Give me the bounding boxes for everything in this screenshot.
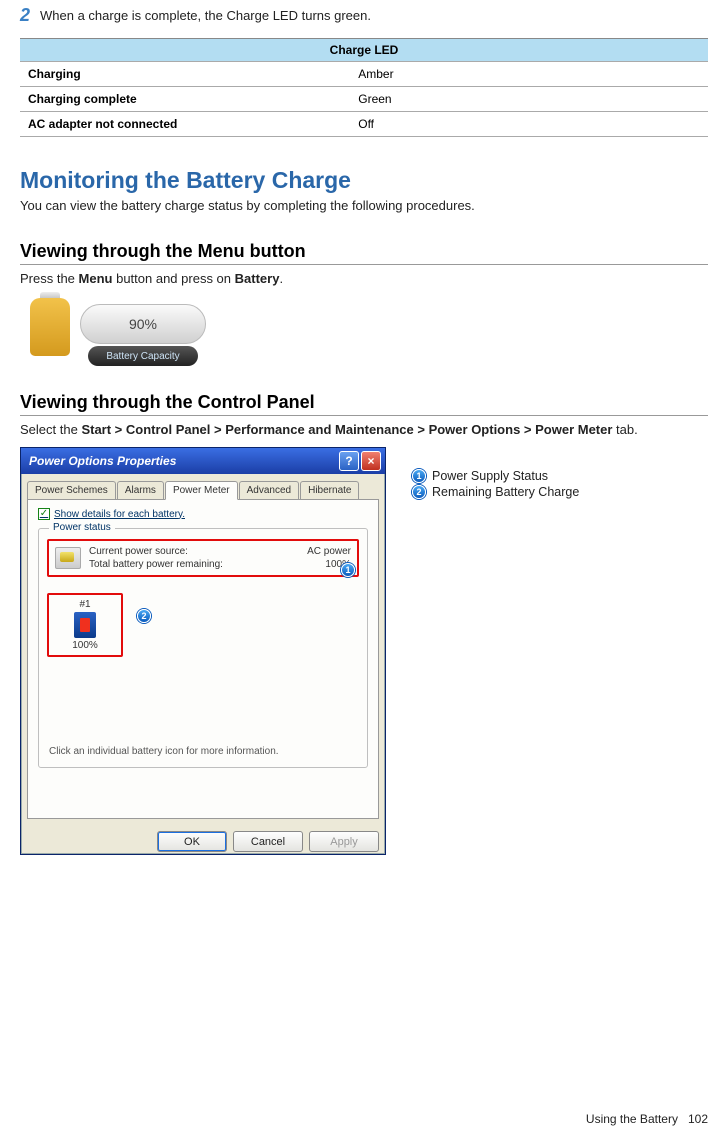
button-bar: OK Cancel Apply xyxy=(21,825,385,858)
callout-2: 2 xyxy=(137,609,151,623)
close-button[interactable]: × xyxy=(361,451,381,471)
led-value: Off xyxy=(350,112,708,137)
help-button[interactable]: ? xyxy=(339,451,359,471)
battery-1-cell[interactable]: #1 100% xyxy=(47,593,123,657)
step-row: 2 When a charge is complete, the Charge … xyxy=(20,6,708,24)
apply-button[interactable]: Apply xyxy=(309,831,379,852)
checkbox-icon[interactable]: ✓ xyxy=(38,508,50,520)
legend-text-2: Remaining Battery Charge xyxy=(432,485,579,499)
led-state: Charging complete xyxy=(20,87,350,112)
battery-capacity-graphic: 90% Battery Capacity xyxy=(20,296,206,366)
callout-1: 1 xyxy=(341,563,355,577)
subsection-menu-title: Viewing through the Menu button xyxy=(20,241,708,265)
legend-row-2: 2 Remaining Battery Charge xyxy=(412,485,579,499)
led-value: Green xyxy=(350,87,708,112)
show-details-checkbox-row[interactable]: ✓ Show details for each battery. xyxy=(38,508,368,520)
tab-power-schemes[interactable]: Power Schemes xyxy=(27,481,116,500)
section-subtitle: You can view the battery charge status b… xyxy=(20,198,708,213)
capacity-percent: 90% xyxy=(129,316,157,332)
subsection-panel-text: Select the Start > Control Panel > Perfo… xyxy=(20,422,708,437)
callout-legend: 1 Power Supply Status 2 Remaining Batter… xyxy=(412,447,579,855)
legend-num-1: 1 xyxy=(412,469,426,483)
group-title: Power status xyxy=(49,522,115,533)
legend-num-2: 2 xyxy=(412,485,426,499)
power-options-dialog: Power Options Properties ? × Power Schem… xyxy=(20,447,386,855)
table-row: Charging complete Green xyxy=(20,87,708,112)
led-state: AC adapter not connected xyxy=(20,112,350,137)
table-row: AC adapter not connected Off xyxy=(20,112,708,137)
tab-advanced[interactable]: Advanced xyxy=(239,481,299,500)
battery-body-icon xyxy=(30,298,70,356)
step-number: 2 xyxy=(20,6,30,24)
power-supply-status-box: Current power source: AC power Total bat… xyxy=(47,539,359,577)
tab-alarms[interactable]: Alarms xyxy=(117,481,164,500)
tab-body: ✓ Show details for each battery. Power s… xyxy=(27,499,379,819)
tab-hibernate[interactable]: Hibernate xyxy=(300,481,359,500)
tab-strip: Power Schemes Alarms Power Meter Advance… xyxy=(21,474,385,499)
capacity-label: Battery Capacity xyxy=(88,346,198,366)
titlebar: Power Options Properties ? × xyxy=(21,448,385,474)
page-footer: Using the Battery 102 xyxy=(586,1112,708,1126)
plug-icon xyxy=(55,547,81,569)
subsection-panel-title: Viewing through the Control Panel xyxy=(20,392,708,416)
source-label: Current power source: xyxy=(89,546,188,557)
battery-1-label: #1 xyxy=(55,599,115,610)
led-state: Charging xyxy=(20,62,350,87)
battery-icon xyxy=(74,612,96,638)
table-row: Charging Amber xyxy=(20,62,708,87)
source-value: AC power xyxy=(307,546,351,557)
table-header: Charge LED xyxy=(20,39,708,62)
legend-row-1: 1 Power Supply Status xyxy=(412,469,579,483)
tab-power-meter[interactable]: Power Meter xyxy=(165,481,238,500)
section-title: Monitoring the Battery Charge xyxy=(20,167,708,194)
cancel-button[interactable]: Cancel xyxy=(233,831,303,852)
remaining-label: Total battery power remaining: xyxy=(89,559,223,570)
ok-button[interactable]: OK xyxy=(157,831,227,852)
capacity-badge: 90% xyxy=(80,304,206,344)
power-status-group: Power status Current power source: AC po… xyxy=(38,528,368,768)
subsection-menu-text: Press the Menu button and press on Batte… xyxy=(20,271,708,286)
led-value: Amber xyxy=(350,62,708,87)
checkbox-label: Show details for each battery. xyxy=(54,509,185,520)
charge-led-table: Charge LED Charging Amber Charging compl… xyxy=(20,38,708,137)
legend-text-1: Power Supply Status xyxy=(432,469,548,483)
dialog-title: Power Options Properties xyxy=(29,454,337,468)
group-note: Click an individual battery icon for mor… xyxy=(49,746,279,757)
battery-1-percent: 100% xyxy=(55,640,115,651)
step-text: When a charge is complete, the Charge LE… xyxy=(40,6,371,23)
